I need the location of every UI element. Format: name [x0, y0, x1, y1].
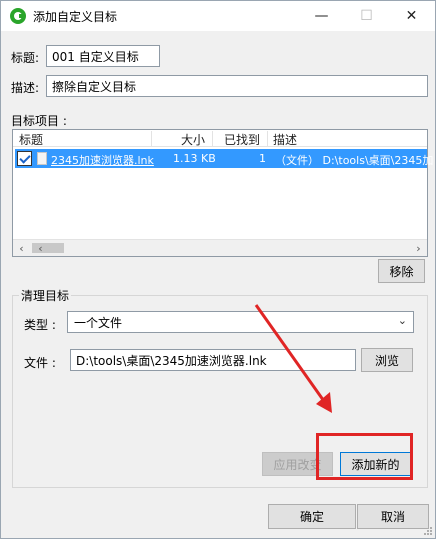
title-bar: 添加自定义目标 — ☐ ✕: [1, 1, 435, 31]
ok-button[interactable]: 确定: [268, 504, 356, 529]
description-label: 描述:: [11, 81, 40, 95]
scroll-left-icon[interactable]: ‹: [13, 240, 30, 256]
row-checkbox[interactable]: [17, 151, 32, 166]
type-select-value: 一个文件: [74, 315, 123, 330]
file-path-input[interactable]: D:\tools\桌面\2345加速浏览器.lnk: [70, 349, 356, 371]
app-logo-icon: [10, 8, 26, 24]
column-divider: [151, 131, 152, 146]
row-found: 1: [259, 152, 266, 165]
window-title: 添加自定义目标: [33, 10, 118, 24]
list-header: 标题 大小 已找到 描述: [13, 130, 427, 147]
list-row[interactable]: 2345加速浏览器.lnk 1.13 KB 1 （文件） D:\tools\桌面…: [15, 149, 433, 168]
scroll-right-icon[interactable]: ›: [410, 240, 427, 256]
type-select[interactable]: 一个文件 ⌄: [67, 311, 414, 333]
type-label: 类型 :: [24, 318, 56, 332]
horizontal-scrollbar[interactable]: ‹ ‹ ›: [13, 239, 427, 256]
title-label: 标题:: [11, 51, 40, 65]
column-divider: [212, 131, 213, 146]
column-divider: [267, 131, 268, 146]
row-title: 2345加速浏览器.lnk: [51, 154, 154, 167]
description-input[interactable]: 擦除自定义目标: [46, 75, 428, 97]
column-header-description[interactable]: 描述: [273, 131, 297, 148]
apply-changes-button[interactable]: 应用改变: [262, 452, 333, 476]
title-input[interactable]: 001 自定义目标: [46, 45, 160, 67]
column-header-title[interactable]: 标题: [19, 131, 43, 148]
cancel-button[interactable]: 取消: [357, 504, 429, 529]
row-description: （文件） D:\tools\桌面\2345加: [275, 154, 434, 167]
file-icon: [37, 152, 47, 165]
target-items-list[interactable]: 标题 大小 已找到 描述 2345加速浏览器.lnk 1.13 KB 1 （文件…: [12, 129, 433, 257]
maximize-button[interactable]: ☐: [344, 1, 389, 31]
remove-button[interactable]: 移除: [378, 259, 425, 283]
column-header-size[interactable]: 大小: [181, 131, 205, 148]
column-header-found[interactable]: 已找到: [224, 131, 260, 148]
add-new-button[interactable]: 添加新的: [340, 452, 411, 476]
dialog-window: 添加自定义目标 — ☐ ✕ 标题: 001 自定义目标 描述: 擦除自定义目标 …: [0, 0, 436, 539]
file-label: 文件 :: [24, 356, 56, 370]
resize-grip-icon[interactable]: [423, 526, 433, 536]
scroll-left-page-icon[interactable]: ‹: [32, 240, 49, 256]
browse-button[interactable]: 浏览: [361, 348, 413, 372]
clean-target-legend: 清理目标: [19, 287, 72, 304]
minimize-button[interactable]: —: [299, 1, 344, 31]
chevron-down-icon: ⌄: [397, 314, 407, 327]
close-button[interactable]: ✕: [389, 1, 434, 31]
target-items-label: 目标项目 :: [11, 114, 67, 128]
row-size: 1.13 KB: [173, 152, 216, 165]
